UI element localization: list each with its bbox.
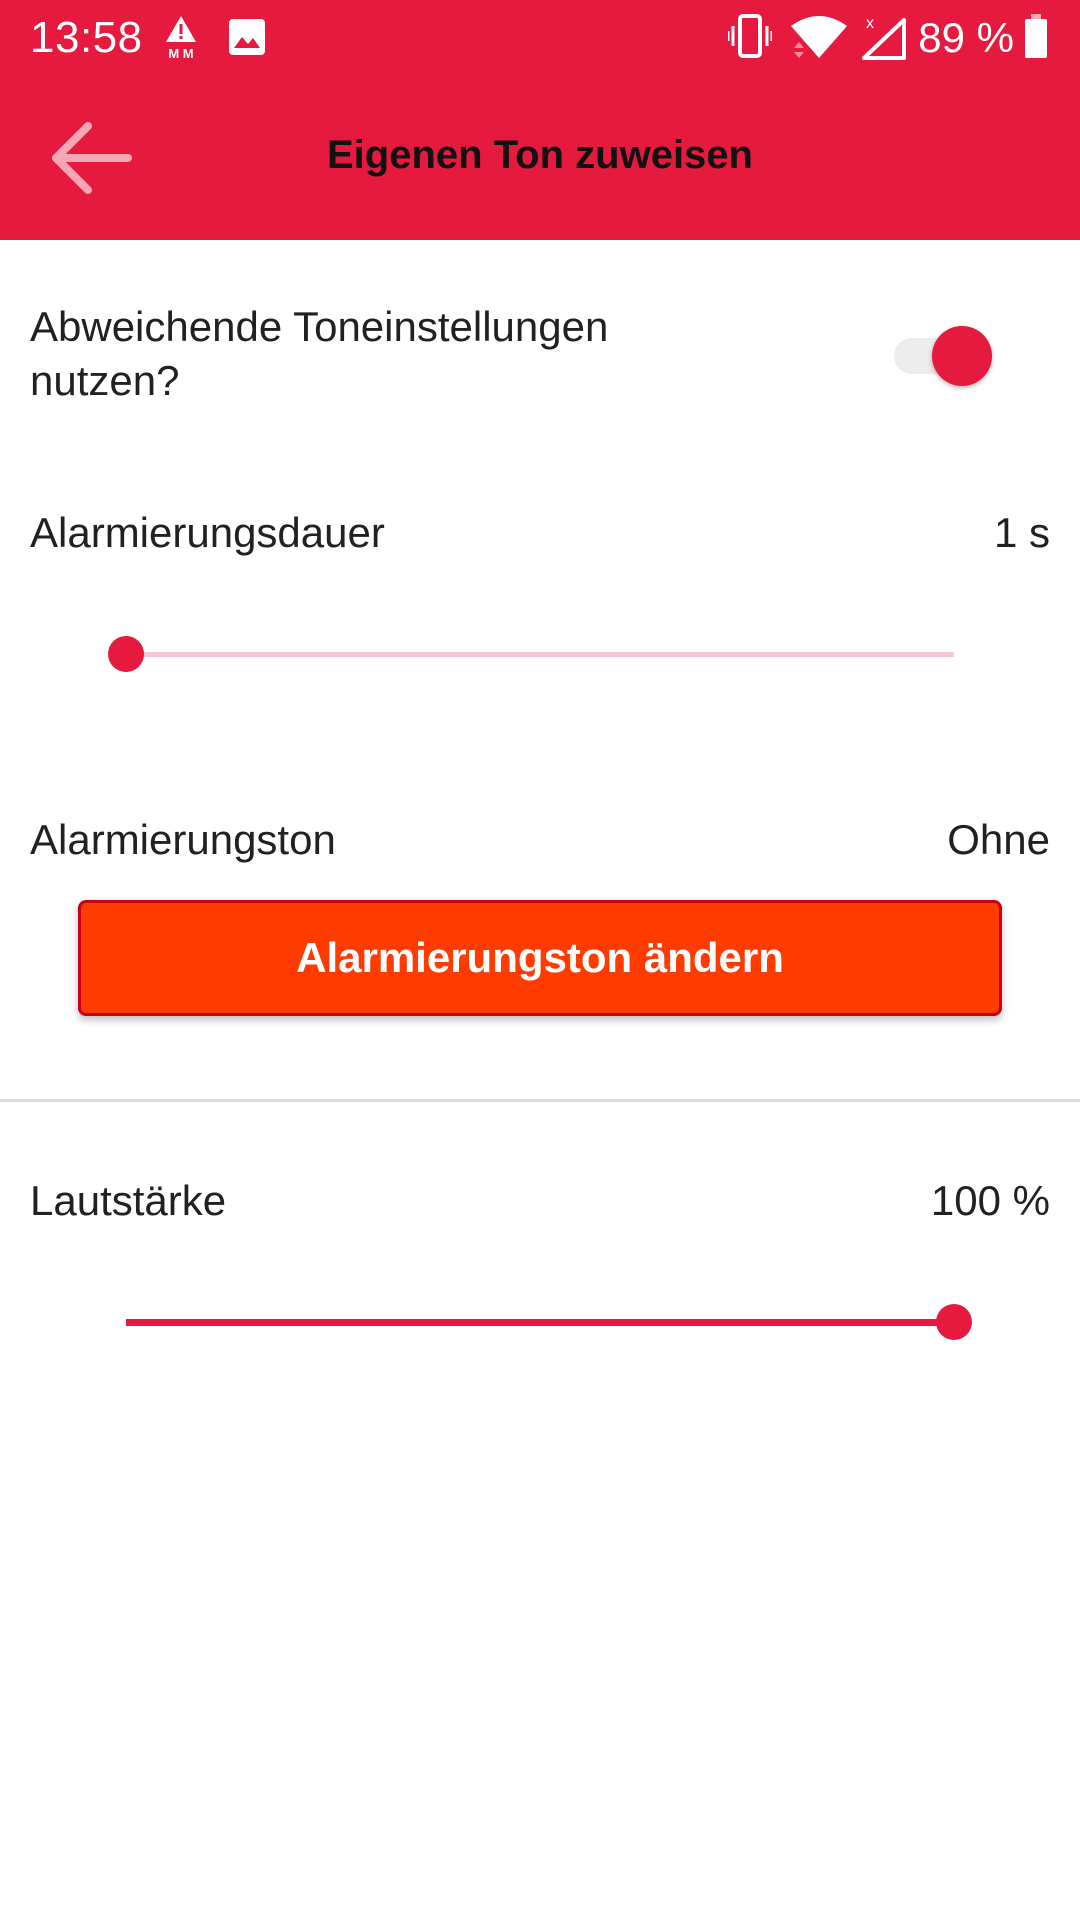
screen: 13:58 M M x 89 % Eigenen Ton zuweisen Ab… <box>0 0 1080 1920</box>
alarm-duration-label: Alarmierungsdauer <box>30 509 385 556</box>
no-signal-icon: x <box>858 12 908 60</box>
custom-tone-label: Abweichende Toneinstellungen nutzen? <box>30 303 609 404</box>
volume-label: Lautstärke <box>30 1177 227 1224</box>
volume-value: 100 % <box>930 1177 1050 1224</box>
slider-thumb[interactable] <box>936 1304 972 1340</box>
slider-fill <box>126 1319 954 1326</box>
custom-tone-switch[interactable] <box>894 326 994 386</box>
battery-icon <box>1024 14 1048 58</box>
vibrate-icon <box>726 12 774 62</box>
status-bar: 13:58 M M x 89 % <box>0 0 1080 76</box>
alarm-tone-value: Ohne <box>947 816 1050 863</box>
change-alarm-tone-button[interactable]: Alarmierungston ändern <box>78 900 1002 1016</box>
switch-thumb <box>932 326 992 386</box>
alarm-tone-label: Alarmierungston <box>30 816 336 863</box>
slider-thumb[interactable] <box>108 636 144 672</box>
toolbar: Eigenen Ton zuweisen <box>0 76 1080 240</box>
battery-percent: 89 % <box>918 14 1014 61</box>
image-icon <box>228 18 266 56</box>
alarm-duration-value: 1 s <box>993 509 1050 556</box>
alarm-duration-slider[interactable] <box>108 630 954 678</box>
page-title: Eigenen Ton zuweisen <box>327 133 753 177</box>
alert-icon-text: M M <box>168 46 193 60</box>
status-time: 13:58 <box>30 13 143 62</box>
signal-icon-text: x <box>866 15 874 32</box>
alert-mm-icon: M M <box>160 14 202 61</box>
slider-track <box>126 652 954 657</box>
volume-slider[interactable] <box>126 1298 972 1346</box>
divider <box>0 1099 1080 1102</box>
wifi-icon <box>790 14 848 60</box>
